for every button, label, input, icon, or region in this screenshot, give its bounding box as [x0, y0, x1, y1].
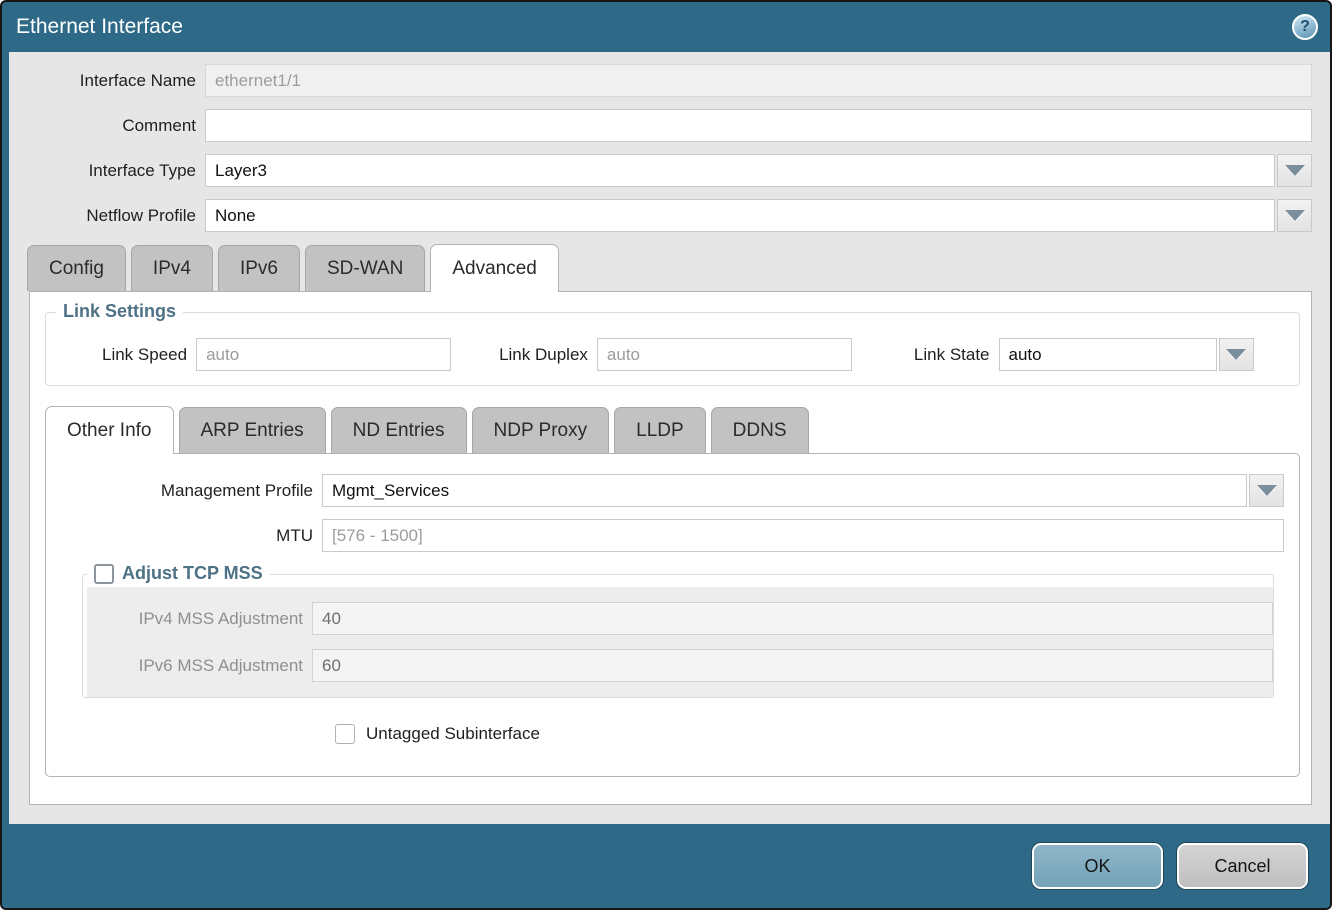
- management-profile-row: Management Profile: [58, 474, 1284, 507]
- chevron-down-icon: [1285, 165, 1305, 176]
- untagged-subinterface-label: Untagged Subinterface: [366, 724, 540, 744]
- management-profile-field[interactable]: [322, 474, 1247, 507]
- interface-type-field[interactable]: [205, 154, 1275, 187]
- link-speed-field[interactable]: [196, 338, 451, 371]
- interface-type-combo: [205, 154, 1312, 187]
- footer-bar: OK Cancel: [2, 824, 1330, 908]
- ipv6-mss-field: [312, 649, 1273, 682]
- link-duplex-field[interactable]: [597, 338, 852, 371]
- management-profile-label: Management Profile: [58, 481, 322, 501]
- mtu-field[interactable]: [322, 519, 1284, 552]
- link-settings-row: Link Speed Link Duplex Link State: [60, 338, 1285, 371]
- tab-sdwan[interactable]: SD-WAN: [305, 245, 425, 291]
- ethernet-interface-dialog: Ethernet Interface ? Interface Name Comm…: [0, 0, 1332, 910]
- interface-type-dropdown-button[interactable]: [1277, 154, 1312, 187]
- tab-nd-entries[interactable]: ND Entries: [331, 407, 467, 453]
- adjust-tcp-mss-fieldset: Adjust TCP MSS IPv4 MSS Adjustment IPv6 …: [82, 574, 1274, 698]
- link-state-combo: [999, 338, 1254, 371]
- advanced-tab-panel: Link Settings Link Speed Link Duplex Lin…: [29, 291, 1312, 805]
- comment-label: Comment: [9, 116, 205, 136]
- tab-advanced[interactable]: Advanced: [430, 244, 559, 292]
- netflow-profile-row: Netflow Profile: [9, 199, 1312, 232]
- netflow-profile-combo: [205, 199, 1312, 232]
- chevron-down-icon: [1285, 210, 1305, 221]
- dialog-title: Ethernet Interface: [16, 15, 183, 39]
- other-info-panel: Management Profile MTU: [45, 453, 1300, 777]
- interface-name-row: Interface Name: [9, 64, 1312, 97]
- tab-config[interactable]: Config: [27, 245, 126, 291]
- management-profile-dropdown-button[interactable]: [1249, 474, 1284, 507]
- link-settings-legend: Link Settings: [56, 301, 183, 322]
- ok-button[interactable]: OK: [1032, 843, 1163, 889]
- other-info-tabstrip: Other Info ARP Entries ND Entries NDP Pr…: [45, 406, 1300, 453]
- tab-ndp-proxy[interactable]: NDP Proxy: [472, 407, 610, 453]
- comment-row: Comment: [9, 109, 1312, 142]
- management-profile-combo: [322, 474, 1284, 507]
- link-speed-label: Link Speed: [102, 345, 196, 365]
- untagged-subinterface-checkbox[interactable]: [335, 724, 355, 744]
- interface-name-label: Interface Name: [9, 71, 205, 91]
- untagged-subinterface-row: Untagged Subinterface: [335, 724, 1284, 744]
- tab-other-info[interactable]: Other Info: [45, 406, 174, 454]
- mss-disabled-block: IPv4 MSS Adjustment IPv6 MSS Adjustment: [87, 587, 1273, 697]
- link-state-field[interactable]: [999, 338, 1217, 371]
- chevron-down-icon: [1226, 349, 1246, 360]
- adjust-tcp-mss-legend: Adjust TCP MSS: [87, 563, 270, 584]
- link-state-dropdown-button[interactable]: [1219, 338, 1254, 371]
- ipv6-mss-row: IPv6 MSS Adjustment: [87, 642, 1273, 689]
- main-tabstrip: Config IPv4 IPv6 SD-WAN Advanced: [27, 244, 1312, 291]
- link-duplex-group: Link Duplex: [499, 338, 852, 371]
- netflow-profile-field[interactable]: [205, 199, 1275, 232]
- chevron-down-icon: [1257, 485, 1277, 496]
- dialog-content: Interface Name Comment Interface Type Ne…: [9, 52, 1330, 824]
- ipv4-mss-field: [312, 602, 1273, 635]
- mtu-label: MTU: [58, 526, 322, 546]
- netflow-profile-label: Netflow Profile: [9, 206, 205, 226]
- tab-ipv4[interactable]: IPv4: [131, 245, 213, 291]
- mtu-row: MTU: [58, 519, 1284, 552]
- link-state-group: Link State: [914, 338, 1254, 371]
- ipv6-mss-label: IPv6 MSS Adjustment: [87, 656, 312, 676]
- netflow-profile-dropdown-button[interactable]: [1277, 199, 1312, 232]
- help-icon[interactable]: ?: [1292, 14, 1318, 40]
- cancel-button[interactable]: Cancel: [1177, 843, 1308, 889]
- adjust-tcp-mss-checkbox[interactable]: [94, 564, 114, 584]
- tab-ipv6[interactable]: IPv6: [218, 245, 300, 291]
- interface-type-row: Interface Type: [9, 154, 1312, 187]
- link-state-label: Link State: [914, 345, 999, 365]
- interface-type-label: Interface Type: [9, 161, 205, 181]
- link-duplex-label: Link Duplex: [499, 345, 597, 365]
- ipv4-mss-row: IPv4 MSS Adjustment: [87, 595, 1273, 642]
- link-settings-fieldset: Link Settings Link Speed Link Duplex Lin…: [45, 312, 1300, 386]
- comment-field[interactable]: [205, 109, 1312, 142]
- ipv4-mss-label: IPv4 MSS Adjustment: [87, 609, 312, 629]
- tab-ddns[interactable]: DDNS: [711, 407, 809, 453]
- tab-lldp[interactable]: LLDP: [614, 407, 706, 453]
- interface-name-field: [205, 64, 1312, 97]
- title-bar: Ethernet Interface ?: [2, 2, 1330, 52]
- link-speed-group: Link Speed: [102, 338, 451, 371]
- tab-arp-entries[interactable]: ARP Entries: [179, 407, 326, 453]
